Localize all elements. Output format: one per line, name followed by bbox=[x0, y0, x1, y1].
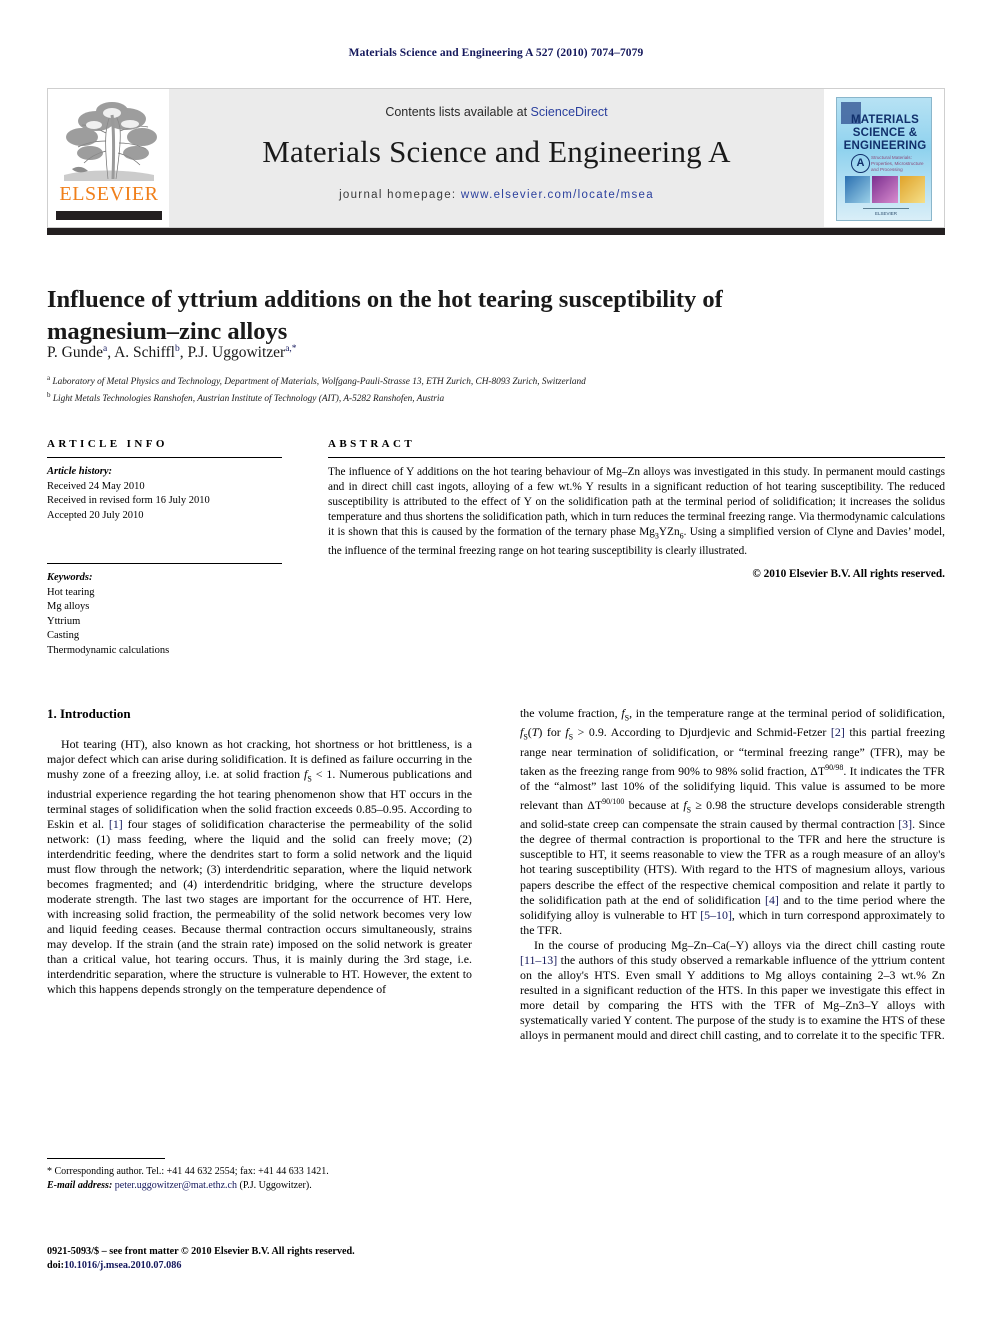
footnote-corresponding: * Corresponding author. Tel.: +41 44 632… bbox=[47, 1166, 329, 1177]
imprint-block: 0921-5093/$ – see front matter © 2010 El… bbox=[47, 1245, 477, 1273]
body-paragraph: Hot tearing (HT), also known as hot crac… bbox=[47, 737, 473, 997]
affiliation-b: b Light Metals Technologies Ranshofen, A… bbox=[47, 390, 445, 404]
keyword-item: Mg alloys bbox=[47, 601, 90, 612]
keywords-block: Keywords: Hot tearing Mg alloys Yttrium … bbox=[47, 563, 282, 658]
homepage-prefix: journal homepage: bbox=[339, 189, 461, 201]
doi-line: doi:10.1016/j.msea.2010.07.086 bbox=[47, 1259, 477, 1273]
journal-masthead: ELSEVIER Contents lists available at Sci… bbox=[47, 88, 945, 228]
doi-link[interactable]: 10.1016/j.msea.2010.07.086 bbox=[64, 1260, 181, 1271]
keywords-label: Keywords: bbox=[47, 572, 93, 583]
cover-series-badge: A bbox=[851, 154, 870, 173]
cover-micrograph-3 bbox=[899, 176, 925, 203]
running-head: Materials Science and Engineering A 527 … bbox=[348, 47, 644, 59]
footnote-rule bbox=[47, 1158, 165, 1159]
cover-micrograph-1 bbox=[845, 176, 871, 203]
article-info-heading: ARTICLE INFO bbox=[47, 438, 168, 450]
keyword-item: Yttrium bbox=[47, 615, 81, 627]
article-page: Materials Science and Engineering A 527 … bbox=[0, 0, 992, 1323]
body-paragraph: In the course of producing Mg–Zn–Ca(–Y) … bbox=[520, 937, 945, 1042]
affiliation-a-text: Laboratory of Metal Physics and Technolo… bbox=[52, 377, 586, 388]
author-list: P. Gundea, A. Schifflb, P.J. Uggowitzera… bbox=[47, 344, 297, 362]
masthead-right: MATERIALS SCIENCE & ENGINEERING A Struct… bbox=[824, 88, 945, 228]
doi-label: doi: bbox=[47, 1260, 64, 1271]
contents-prefix: Contents lists available at bbox=[385, 105, 531, 119]
body-column-right: the volume fraction, fS, in the temperat… bbox=[520, 706, 945, 1043]
cover-micrograph-strip bbox=[845, 176, 925, 203]
cover-micrograph-2 bbox=[872, 176, 898, 203]
elsevier-bar bbox=[56, 211, 162, 220]
keywords-rule bbox=[47, 563, 282, 564]
affiliations: a Laboratory of Metal Physics and Techno… bbox=[47, 372, 907, 405]
journal-homepage-link[interactable]: www.elsevier.com/locate/msea bbox=[461, 189, 654, 201]
issn-line: 0921-5093/$ – see front matter © 2010 El… bbox=[47, 1246, 355, 1257]
elsevier-tree-icon bbox=[56, 95, 162, 183]
body-paragraph: the volume fraction, fS, in the temperat… bbox=[520, 706, 946, 937]
masthead-center: Contents lists available at ScienceDirec… bbox=[169, 88, 824, 228]
abstract-column: ABSTRACT The influence of Y additions on… bbox=[328, 438, 945, 580]
email-link[interactable]: peter.uggowitzer@mat.ethz.ch bbox=[115, 1180, 237, 1191]
elsevier-logo: ELSEVIER bbox=[56, 95, 162, 223]
page-title: Influence of yttrium additions on the ho… bbox=[47, 286, 723, 346]
article-revised: Received in revised form 16 July 2010 bbox=[47, 495, 210, 506]
abstract-copyright: © 2010 Elsevier B.V. All rights reserved… bbox=[752, 567, 945, 580]
section-heading-introduction: 1. Introduction bbox=[47, 706, 131, 721]
abstract-text: The influence of Y additions on the hot … bbox=[328, 466, 945, 557]
abstract-rule bbox=[328, 457, 945, 458]
body-columns: 1. Introduction Hot tearing (HT), also k… bbox=[47, 706, 945, 1206]
keyword-item: Casting bbox=[47, 630, 80, 641]
masthead-bottom-rule bbox=[47, 228, 945, 235]
keyword-item: Thermodynamic calculations bbox=[47, 644, 170, 656]
article-info-column: ARTICLE INFO Article history: Received 2… bbox=[47, 438, 282, 658]
body-column-left: 1. Introduction Hot tearing (HT), also k… bbox=[47, 706, 472, 997]
publisher-logo-panel: ELSEVIER bbox=[47, 88, 169, 228]
article-received: Received 24 May 2010 bbox=[47, 480, 145, 492]
journal-cover-thumbnail: MATERIALS SCIENCE & ENGINEERING A Struct… bbox=[836, 97, 932, 221]
affiliation-a: a Laboratory of Metal Physics and Techno… bbox=[47, 374, 586, 388]
article-accepted: Accepted 20 July 2010 bbox=[47, 509, 144, 521]
cover-title-line2: SCIENCE & bbox=[852, 127, 918, 139]
cover-subtitle: Structural Materials: Properties, Micros… bbox=[871, 155, 924, 172]
info-abstract-band: ARTICLE INFO Article history: Received 2… bbox=[47, 438, 945, 660]
article-info-rule bbox=[47, 457, 282, 458]
footnote-email-line: E-mail address: peter.uggowitzer@mat.eth… bbox=[47, 1179, 472, 1193]
article-history-label: Article history: bbox=[47, 466, 113, 477]
abstract-heading: ABSTRACT bbox=[328, 438, 416, 450]
journal-title: Materials Science and Engineering A bbox=[262, 134, 731, 169]
keyword-item: Hot tearing bbox=[47, 586, 95, 598]
email-label: E-mail address: bbox=[47, 1179, 113, 1191]
elsevier-wordmark: ELSEVIER bbox=[59, 183, 159, 205]
corresponding-author-footnote: * Corresponding author. Tel.: +41 44 632… bbox=[47, 1158, 472, 1192]
affiliation-b-text: Light Metals Technologies Ranshofen, Aus… bbox=[52, 393, 445, 404]
sciencedirect-link[interactable]: ScienceDirect bbox=[531, 105, 608, 119]
cover-footer-logo: ELSEVIER bbox=[863, 208, 909, 216]
journal-homepage-line: journal homepage: www.elsevier.com/locat… bbox=[169, 189, 824, 201]
contents-available-line: Contents lists available at ScienceDirec… bbox=[169, 105, 824, 119]
email-owner: (P.J. Uggowitzer). bbox=[239, 1179, 312, 1191]
cover-title-line1: MATERIALS bbox=[850, 114, 920, 126]
cover-title-line3: ENGINEERING bbox=[843, 140, 927, 152]
